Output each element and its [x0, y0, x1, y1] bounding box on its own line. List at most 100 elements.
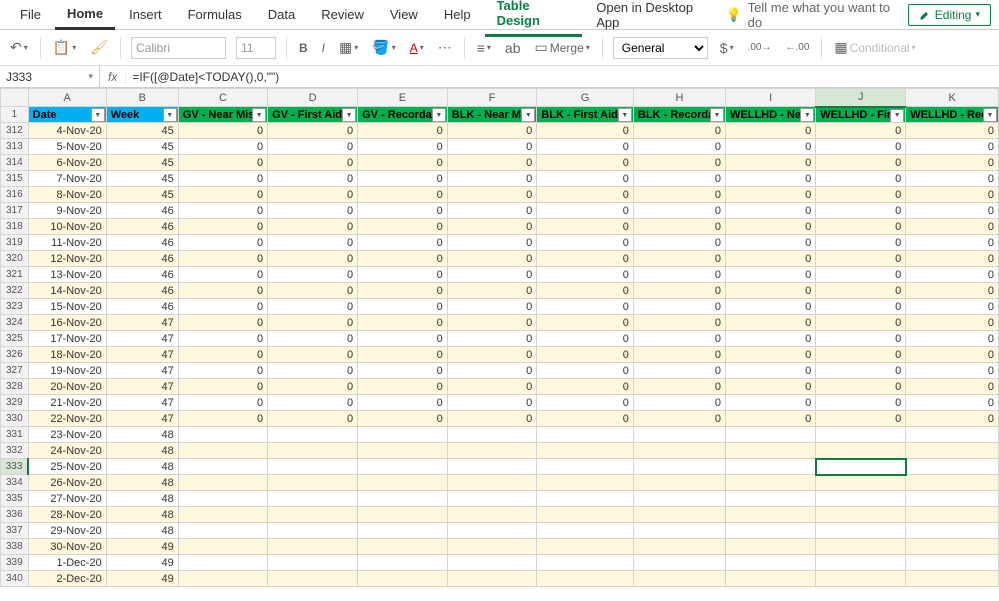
table-header[interactable]: Date▼	[28, 107, 106, 123]
cell-data[interactable]	[178, 443, 267, 459]
cell-date[interactable]: 15-Nov-20	[28, 299, 106, 315]
cell-data[interactable]	[816, 491, 906, 507]
row-header[interactable]: 334	[1, 475, 29, 491]
cell-data[interactable]	[633, 523, 725, 539]
cell-data[interactable]: 0	[537, 347, 634, 363]
cell-data[interactable]: 0	[816, 171, 906, 187]
cell-data[interactable]	[178, 555, 267, 571]
cell-data[interactable]	[537, 507, 634, 523]
cell-data[interactable]: 0	[358, 315, 448, 331]
filter-button[interactable]: ▼	[342, 108, 356, 122]
cell-data[interactable]	[906, 507, 999, 523]
column-header-K[interactable]: K	[906, 89, 999, 107]
cell-date[interactable]: 4-Nov-20	[28, 123, 106, 139]
table-header[interactable]: GV - First Aid C▼	[268, 107, 358, 123]
cell-data[interactable]	[447, 427, 536, 443]
cell-data[interactable]: 0	[447, 315, 536, 331]
cell-data[interactable]	[537, 523, 634, 539]
cell-data[interactable]: 0	[358, 123, 448, 139]
cell-data[interactable]	[268, 571, 358, 587]
row-header[interactable]: 315	[1, 171, 29, 187]
tab-file[interactable]: File	[8, 1, 53, 28]
cell-data[interactable]	[633, 491, 725, 507]
row-header[interactable]: 316	[1, 187, 29, 203]
cell-week[interactable]: 48	[106, 523, 178, 539]
table-header[interactable]: BLK - Near Mis▼	[447, 107, 536, 123]
cell-week[interactable]: 46	[106, 203, 178, 219]
cell-date[interactable]: 11-Nov-20	[28, 235, 106, 251]
cell-week[interactable]: 48	[106, 491, 178, 507]
tab-formulas[interactable]: Formulas	[176, 1, 254, 28]
cell-data[interactable]: 0	[816, 235, 906, 251]
cell-data[interactable]: 0	[633, 331, 725, 347]
cell-data[interactable]: 0	[633, 395, 725, 411]
cell-data[interactable]: 0	[447, 283, 536, 299]
cell-data[interactable]: 0	[726, 411, 816, 427]
cell-data[interactable]	[447, 555, 536, 571]
table-header[interactable]: BLK - First Aid C▼	[537, 107, 634, 123]
cell-data[interactable]: 0	[906, 379, 999, 395]
cell-data[interactable]: 0	[268, 139, 358, 155]
cell-data[interactable]	[537, 491, 634, 507]
cell-data[interactable]	[447, 475, 536, 491]
cell-data[interactable]	[268, 523, 358, 539]
cell-data[interactable]	[633, 427, 725, 443]
cell-data[interactable]: 0	[537, 331, 634, 347]
cell-data[interactable]	[178, 571, 267, 587]
cell-data[interactable]: 0	[906, 187, 999, 203]
cell-data[interactable]	[178, 539, 267, 555]
cell-data[interactable]: 0	[358, 379, 448, 395]
cell-data[interactable]	[906, 475, 999, 491]
cell-data[interactable]	[268, 459, 358, 475]
increase-decimal-button[interactable]: .00→	[746, 40, 774, 55]
cell-data[interactable]	[358, 539, 448, 555]
cell-data[interactable]	[816, 427, 906, 443]
spreadsheet-grid[interactable]: ABCDEFGHIJK1Date▼Week▼GV - Near Miss▼GV …	[0, 88, 999, 587]
cell-date[interactable]: 7-Nov-20	[28, 171, 106, 187]
cell-data[interactable]: 0	[906, 331, 999, 347]
cell-data[interactable]	[268, 443, 358, 459]
cell-data[interactable]: 0	[358, 187, 448, 203]
cell-data[interactable]: 0	[178, 171, 267, 187]
row-header-1[interactable]: 1	[1, 107, 29, 123]
cell-week[interactable]: 48	[106, 475, 178, 491]
cell-date[interactable]: 5-Nov-20	[28, 139, 106, 155]
cell-data[interactable]: 0	[268, 411, 358, 427]
cell-data[interactable]: 0	[633, 235, 725, 251]
cell-data[interactable]: 0	[447, 139, 536, 155]
table-header[interactable]: BLK - Recordab▼	[633, 107, 725, 123]
cell-date[interactable]: 22-Nov-20	[28, 411, 106, 427]
cell-data[interactable]	[358, 491, 448, 507]
cell-data[interactable]: 0	[906, 411, 999, 427]
cell-data[interactable]: 0	[726, 251, 816, 267]
cell-data[interactable]: 0	[268, 363, 358, 379]
cell-data[interactable]: 0	[268, 315, 358, 331]
cell-data[interactable]: 0	[633, 187, 725, 203]
cell-week[interactable]: 46	[106, 299, 178, 315]
cell-date[interactable]: 28-Nov-20	[28, 507, 106, 523]
filter-button[interactable]: ▼	[91, 108, 105, 122]
filter-button[interactable]: ▼	[890, 109, 904, 123]
cell-data[interactable]: 0	[726, 347, 816, 363]
cell-data[interactable]	[268, 491, 358, 507]
conditional-format-button[interactable]: ▦Conditional▾	[832, 37, 917, 58]
cell-data[interactable]: 0	[816, 315, 906, 331]
cell-data[interactable]: 0	[633, 155, 725, 171]
cell-data[interactable]: 0	[726, 155, 816, 171]
cell-data[interactable]: 0	[178, 395, 267, 411]
table-header[interactable]: WELLHD - First▼	[816, 107, 906, 123]
more-font-button[interactable]: ⋯	[436, 37, 454, 58]
cell-data[interactable]: 0	[906, 235, 999, 251]
cell-data[interactable]: 0	[633, 299, 725, 315]
cell-week[interactable]: 47	[106, 363, 178, 379]
cell-data[interactable]: 0	[268, 123, 358, 139]
cell-data[interactable]	[633, 475, 725, 491]
cell-data[interactable]	[816, 443, 906, 459]
filter-button[interactable]: ▼	[252, 108, 266, 122]
cell-data[interactable]: 0	[906, 395, 999, 411]
cell-data[interactable]: 0	[726, 203, 816, 219]
cell-data[interactable]	[178, 523, 267, 539]
cell-data[interactable]	[816, 523, 906, 539]
tab-view[interactable]: View	[378, 1, 430, 28]
cell-data[interactable]: 0	[633, 219, 725, 235]
